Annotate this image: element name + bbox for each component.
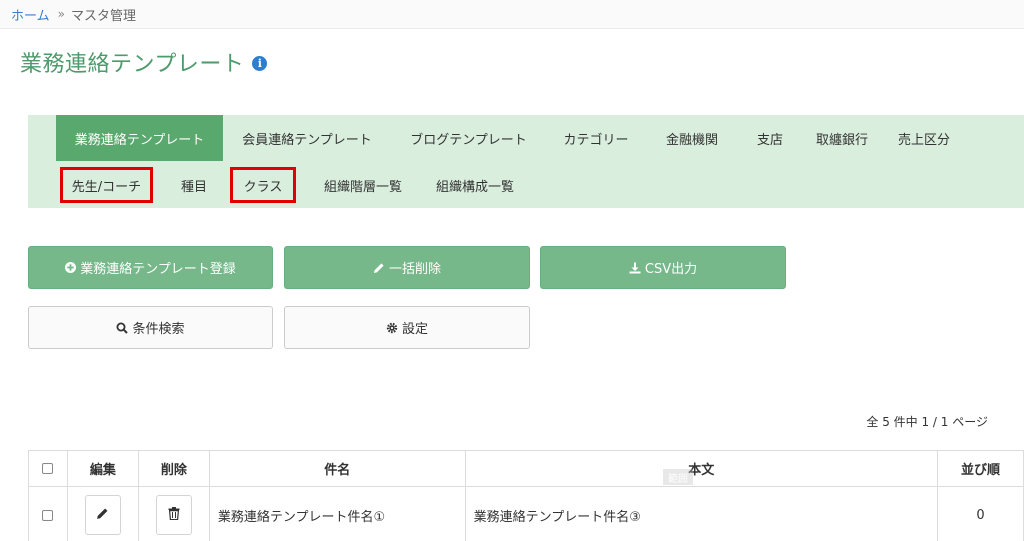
pencil-icon (373, 262, 385, 274)
header-select-all (28, 450, 68, 487)
tab-collecting-bank[interactable]: 取纏銀行 (802, 115, 882, 161)
settings-button[interactable]: 設定 (284, 306, 530, 349)
row-select-cell (28, 486, 68, 541)
row-subject: 業務連絡テンプレート件名① (208, 486, 466, 541)
breadcrumb-home-link[interactable]: ホーム (11, 5, 50, 24)
tab-business-template[interactable]: 業務連絡テンプレート (56, 115, 223, 161)
breadcrumb: ホーム » マスタ管理 (0, 0, 1024, 29)
trash-icon (168, 506, 180, 524)
delete-button[interactable] (155, 495, 192, 535)
row-checkbox[interactable] (42, 509, 54, 521)
header-edit: 編集 (66, 450, 139, 487)
row-delete-cell (137, 486, 210, 541)
pencil-icon (96, 507, 109, 524)
tab-blog-template[interactable]: ブログテンプレート (391, 115, 546, 161)
tab-org-hierarchy[interactable]: 組織階層一覧 (306, 162, 420, 208)
page-header: 業務連絡テンプレート i (20, 46, 268, 78)
csv-export-label: CSV出力 (644, 262, 698, 277)
watermark-label: 範囲 (663, 469, 693, 485)
info-icon[interactable]: i (252, 56, 268, 71)
csv-export-button[interactable]: CSV出力 (540, 246, 786, 289)
plus-circle-icon (65, 262, 77, 273)
table-header-row: 編集 削除 件名 本文 並び順 (28, 450, 1024, 487)
header-subject: 件名 (208, 450, 466, 487)
download-icon (629, 262, 641, 274)
template-table: 編集 削除 件名 本文 並び順 業務連絡テンプレート件名① 業務連絡テンプレート… (28, 450, 1024, 541)
condition-search-button[interactable]: 条件検索 (28, 306, 273, 349)
gear-icon (386, 322, 398, 334)
tab-event[interactable]: 種目 (168, 162, 220, 208)
header-body: 本文 (464, 450, 939, 487)
settings-label: 設定 (401, 322, 428, 337)
tab-financial-institution[interactable]: 金融機関 (646, 115, 738, 161)
breadcrumb-separator: » (57, 7, 65, 21)
register-template-button[interactable]: 業務連絡テンプレート登録 (28, 246, 273, 289)
register-template-label: 業務連絡テンプレート登録 (80, 262, 236, 277)
search-icon (116, 322, 129, 334)
page-title: 業務連絡テンプレート (20, 52, 245, 77)
select-all-checkbox[interactable] (42, 463, 54, 474)
header-order: 並び順 (937, 450, 1024, 487)
row-order: 0 (937, 486, 1024, 541)
tab-sales-category[interactable]: 売上区分 (882, 115, 966, 161)
tab-member-template[interactable]: 会員連絡テンプレート (223, 115, 391, 161)
tab-category[interactable]: カテゴリー (546, 115, 646, 161)
tab-teacher-coach[interactable]: 先生/コーチ (60, 167, 153, 203)
header-delete: 削除 (137, 450, 210, 487)
condition-search-label: 条件検索 (132, 322, 185, 337)
edit-button[interactable] (84, 495, 121, 535)
tab-class[interactable]: クラス (230, 167, 296, 203)
master-tabs-panel: 業務連絡テンプレート 会員連絡テンプレート ブログテンプレート カテゴリー 金融… (28, 115, 1024, 208)
table-row: 業務連絡テンプレート件名① 業務連絡テンプレート件名③ 0 (28, 486, 1024, 541)
bulk-delete-button[interactable]: 一括削除 (284, 246, 530, 289)
breadcrumb-current: マスタ管理 (70, 8, 136, 24)
tab-org-structure[interactable]: 組織構成一覧 (420, 162, 530, 208)
pager-summary: 全 5 件中 1 / 1 ページ (866, 415, 988, 429)
tab-branch[interactable]: 支店 (738, 115, 802, 161)
row-edit-cell (66, 486, 139, 541)
bulk-delete-label: 一括削除 (388, 262, 441, 277)
row-body: 業務連絡テンプレート件名③ (464, 486, 939, 541)
